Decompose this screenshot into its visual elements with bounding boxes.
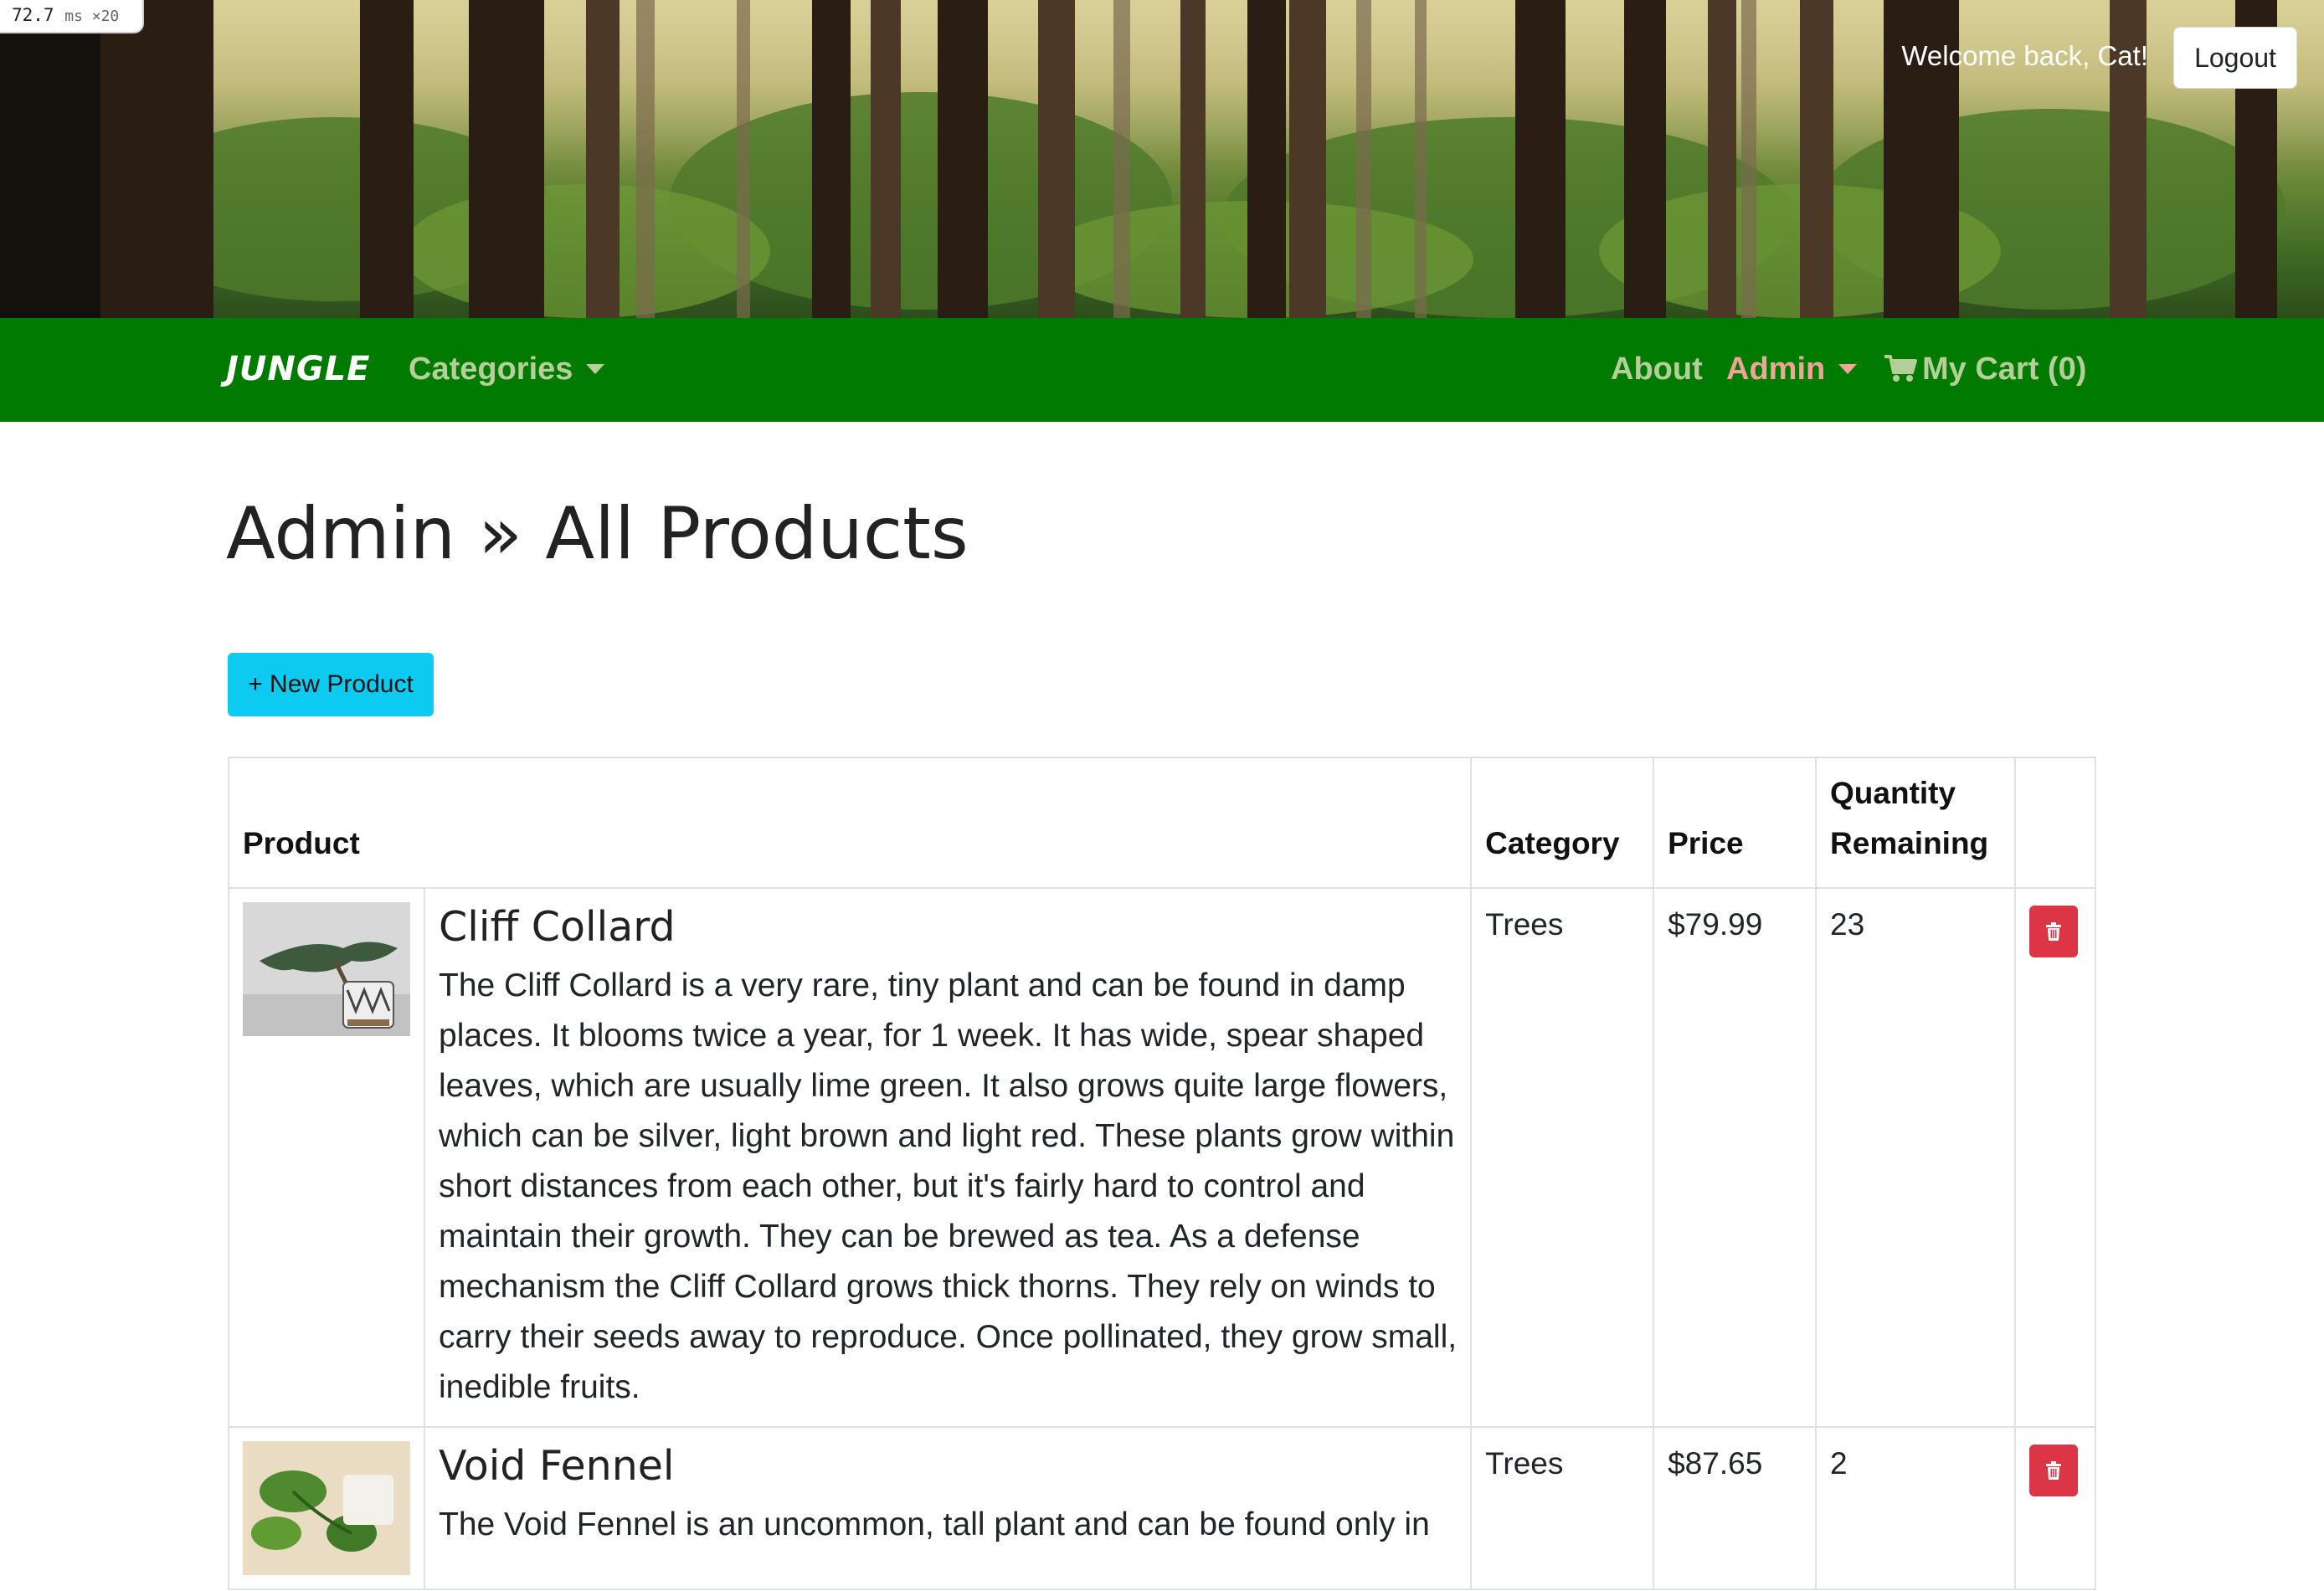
product-description: The Void Fennel is an uncommon, tall pla…	[439, 1506, 1430, 1542]
table-row: Void Fennel The Void Fennel is an uncomm…	[228, 1426, 2097, 1590]
actions-cell	[2013, 1426, 2097, 1590]
page-title: Admin » All Products	[226, 492, 969, 576]
chevron-down-icon	[1838, 364, 1858, 374]
perf-unit: ms ×20	[64, 8, 120, 25]
quantity-cell: 2	[1815, 1426, 2016, 1590]
category-cell: Trees	[1470, 1426, 1655, 1590]
product-info-cell: Void Fennel The Void Fennel is an uncomm…	[423, 1426, 1473, 1590]
perf-badge: 72.7 ms ×20	[0, 0, 144, 33]
product-thumbnail[interactable]	[243, 1441, 410, 1575]
welcome-text: Welcome back, Cat!	[1901, 40, 2148, 71]
product-description: The Cliff Collard is a very rare, tiny p…	[439, 967, 1458, 1405]
header-category: Category	[1470, 757, 1655, 889]
nav-cart-label: My Cart (0)	[1922, 352, 2087, 387]
logout-button[interactable]: Logout	[2173, 27, 2297, 89]
product-name[interactable]: Void Fennel	[439, 1443, 1457, 1490]
trash-icon	[2045, 1461, 2061, 1480]
product-price: $79.99	[1668, 907, 1763, 942]
table-header-row: Product Category Price Quantity Remainin…	[227, 757, 2097, 889]
product-image-cell	[228, 1426, 425, 1590]
quantity-cell: 23	[1815, 887, 2016, 1428]
product-category: Trees	[1485, 907, 1564, 942]
nav-admin-label: Admin	[1726, 352, 1826, 387]
category-cell: Trees	[1470, 887, 1655, 1428]
new-product-button[interactable]: + New Product	[228, 653, 434, 716]
product-quantity: 2	[1830, 1446, 1848, 1481]
product-info-cell: Cliff Collard The Cliff Collard is a ver…	[423, 887, 1473, 1428]
header-actions	[2013, 757, 2097, 889]
chevron-down-icon	[586, 364, 605, 374]
delete-product-button[interactable]	[2028, 906, 2078, 957]
price-cell: $79.99	[1653, 887, 1818, 1428]
product-category: Trees	[1485, 1446, 1564, 1481]
table-row: Cliff Collard The Cliff Collard is a ver…	[228, 887, 2097, 1428]
nav-categories-dropdown[interactable]: Categories	[409, 352, 605, 387]
brand-logo[interactable]: JUNGLE	[226, 350, 370, 388]
product-quantity: 23	[1830, 907, 1865, 942]
product-price: $87.65	[1668, 1446, 1763, 1481]
product-name[interactable]: Cliff Collard	[439, 904, 1457, 951]
header-quantity: Quantity Remaining	[1815, 757, 2016, 889]
actions-cell	[2013, 887, 2097, 1428]
delete-product-button[interactable]	[2028, 1445, 2078, 1496]
trash-icon	[2045, 922, 2061, 941]
perf-value: 72.7	[12, 5, 54, 25]
hero-banner: Welcome back, Cat! Logout	[0, 0, 2324, 318]
products-table: Product Category Price Quantity Remainin…	[227, 757, 2097, 1590]
price-cell: $87.65	[1653, 1426, 1818, 1590]
nav-about-link[interactable]: About	[1611, 352, 1703, 387]
main-navbar: JUNGLE Categories About Admin My Cart (0…	[0, 318, 2324, 422]
header-product: Product	[227, 757, 1473, 889]
nav-admin-dropdown[interactable]: Admin	[1726, 352, 1858, 387]
product-image-cell	[228, 887, 425, 1428]
header-price: Price	[1653, 757, 1818, 889]
product-thumbnail[interactable]	[243, 902, 410, 1036]
shopping-cart-icon	[1884, 355, 1917, 382]
nav-cart-link[interactable]: My Cart (0)	[1884, 352, 2086, 387]
nav-categories-label: Categories	[409, 352, 573, 387]
